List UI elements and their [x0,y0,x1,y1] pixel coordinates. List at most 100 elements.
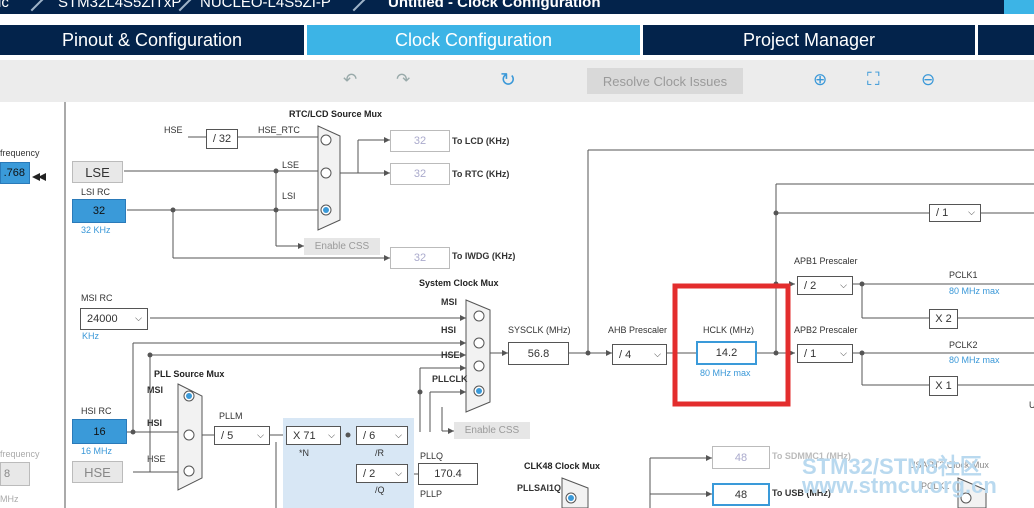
cortex-timer-select[interactable]: / 1 ⌵ [929,204,981,222]
sys-mux-pllclk-label: PLLCLK [432,374,468,384]
refresh-icon[interactable]: ↻ [500,69,516,92]
enable-css-hse-button[interactable]: Enable CSS [454,422,530,439]
breadcrumb-item[interactable]: NUCLEO-L4S5ZI-P [200,0,331,11]
rtc-mux-lse-label: LSE [282,160,300,170]
pllq-label: PLLQ [420,451,444,461]
lsi-rc-label: LSI RC [81,187,111,197]
pclk1-note: 80 MHz max [949,286,1000,296]
sys-mux-hse-label: HSE [441,350,460,360]
lsi-rc-box: 32 [72,199,126,223]
tab-tools[interactable] [978,25,1034,55]
plln-select[interactable]: X 71 ⌵ [286,426,341,445]
watermark-line2: www.stmcu.org.cn [802,473,997,498]
sdmmc-clock-value: 48 [712,446,770,469]
pllr-select[interactable]: / 6 ⌵ [356,426,408,445]
breadcrumb-item[interactable]: ic [0,0,9,11]
hclk-value-input[interactable]: 14.2 [696,341,757,365]
hsi-rc-box: 16 [72,419,127,444]
chevron-down-icon: ⌵ [968,206,975,217]
chevron-down-icon: ⌵ [840,347,847,358]
hse-frequency-label: frequency [0,449,40,459]
hclk-label: HCLK (MHz) [703,325,754,335]
pclk2-label: PCLK2 [949,340,978,350]
lse-frequency-input[interactable]: .768 [0,162,30,184]
chevron-down-icon: ⌵ [654,348,661,359]
msi-note: KHz [82,331,100,341]
pllm-label: PLLM [219,411,243,421]
undo-icon[interactable]: ↶ [343,70,357,90]
pllq-div-label: /Q [375,485,385,495]
rtc-mux-title: RTC/LCD Source Mux [289,109,383,119]
sys-mux-msi-label: MSI [441,297,458,307]
pll-mux-hse-label: HSE [147,454,166,464]
tab-clock-configuration[interactable]: Clock Configuration [307,25,640,55]
lcd-clock-label: To LCD (KHz) [452,136,510,146]
pllq-div-value: / 2 [363,467,376,480]
apb1-timer-multiplier: X 2 [929,309,958,329]
clock-tree-wires [32,102,1034,508]
msi-frequency-select[interactable]: 24000 ⌵ [80,308,148,330]
usb-clock-value: 48 [712,483,770,506]
pll-mux-hsi-label: HSI [147,418,163,428]
hsi-rc-label: HSI RC [81,406,112,416]
apb1-prescaler-select[interactable]: / 2 ⌵ [797,276,853,295]
pllsai1q-label: PLLSAI1Q [517,483,562,493]
pclk2-note: 80 MHz max [949,355,1000,365]
generate-code-button[interactable] [1004,0,1034,14]
breadcrumb-item[interactable]: STM32L4S5ZITxP [58,0,181,11]
hse-mhz-note: MHz [0,494,19,504]
chevron-down-icon: ⌵ [395,467,402,478]
sysclk-value[interactable]: 56.8 [508,342,569,365]
apb1-prescaler-value: / 2 [804,279,817,292]
pllr-value: / 6 [363,429,376,442]
hse-rtc-divider[interactable]: / 32 [206,129,238,149]
tab-pinout-configuration[interactable]: Pinout & Configuration [0,25,304,55]
lse-frequency-label: frequency [0,148,40,158]
plln-value: X 71 [293,429,316,442]
pllq-select[interactable]: / 2 ⌵ [356,464,408,483]
chevron-down-icon: ⌵ [328,429,335,440]
lsi-rc-note: 32 KHz [81,225,111,235]
cortex-timer-value: / 1 [936,207,949,219]
fit-icon[interactable]: ⛶ [867,69,880,90]
hse-rtc-source-label: HSE [164,125,183,135]
rtc-mux-lsi-label: LSI [282,191,296,201]
ahb-prescaler-label: AHB Prescaler [608,325,668,335]
clk48-mux-title: CLK48 Clock Mux [524,461,601,471]
iwdg-clock-value: 32 [390,247,450,269]
lcd-clock-value: 32 [390,130,450,152]
pllm-value: / 5 [221,429,234,442]
apb2-timer-multiplier: X 1 [929,376,958,396]
chevron-down-icon: ⌵ [840,279,847,290]
chevron-down-icon: ⌵ [395,429,402,440]
enable-css-lse-button[interactable]: Enable CSS [304,238,380,255]
apb1-prescaler-label: APB1 Prescaler [794,256,858,266]
zoom-out-icon[interactable]: ⊖ [921,70,935,90]
apb2-prescaler-value: / 1 [804,347,817,360]
sysclk-label: SYSCLK (MHz) [508,325,571,335]
pllm-select[interactable]: / 5 ⌵ [214,426,270,445]
hse-frequency-input[interactable]: 8 [0,462,30,486]
tab-label: Pinout & Configuration [61,29,243,50]
sys-mux-hsi-label: HSI [441,325,457,335]
clock-tree-diagram: frequency .768 LSE LSI RC 32 32 KHz RTC/… [0,102,1034,508]
tab-project-manager[interactable]: Project Manager [643,25,975,55]
ahb-prescaler-select[interactable]: / 4 ⌵ [612,344,667,365]
breadcrumb-item-current: Untitled - Clock Configuration [388,0,601,11]
plln-label: *N [299,448,310,458]
pll-source-mux-title: PLL Source Mux [154,369,225,379]
chevron-down-icon: ⌵ [257,429,264,440]
tab-label: Project Manager [742,29,876,50]
pllr-label: /R [375,448,384,458]
apb2-prescaler-label: APB2 Prescaler [794,325,858,335]
iwdg-clock-label: To IWDG (KHz) [452,251,516,261]
resolve-clock-issues-button[interactable]: Resolve Clock Issues [587,68,743,94]
hsi-rc-note: 16 MHz [81,446,113,456]
redo-icon[interactable]: ↷ [396,70,410,90]
rtc-clock-label: To RTC (KHz) [452,169,510,179]
zoom-in-icon[interactable]: ⊕ [813,70,827,90]
pllp-label: PLLP [420,489,443,499]
pllq-value: 170.4 [418,463,478,485]
apb2-prescaler-select[interactable]: / 1 ⌵ [797,344,853,363]
lse-box: LSE [72,161,123,183]
